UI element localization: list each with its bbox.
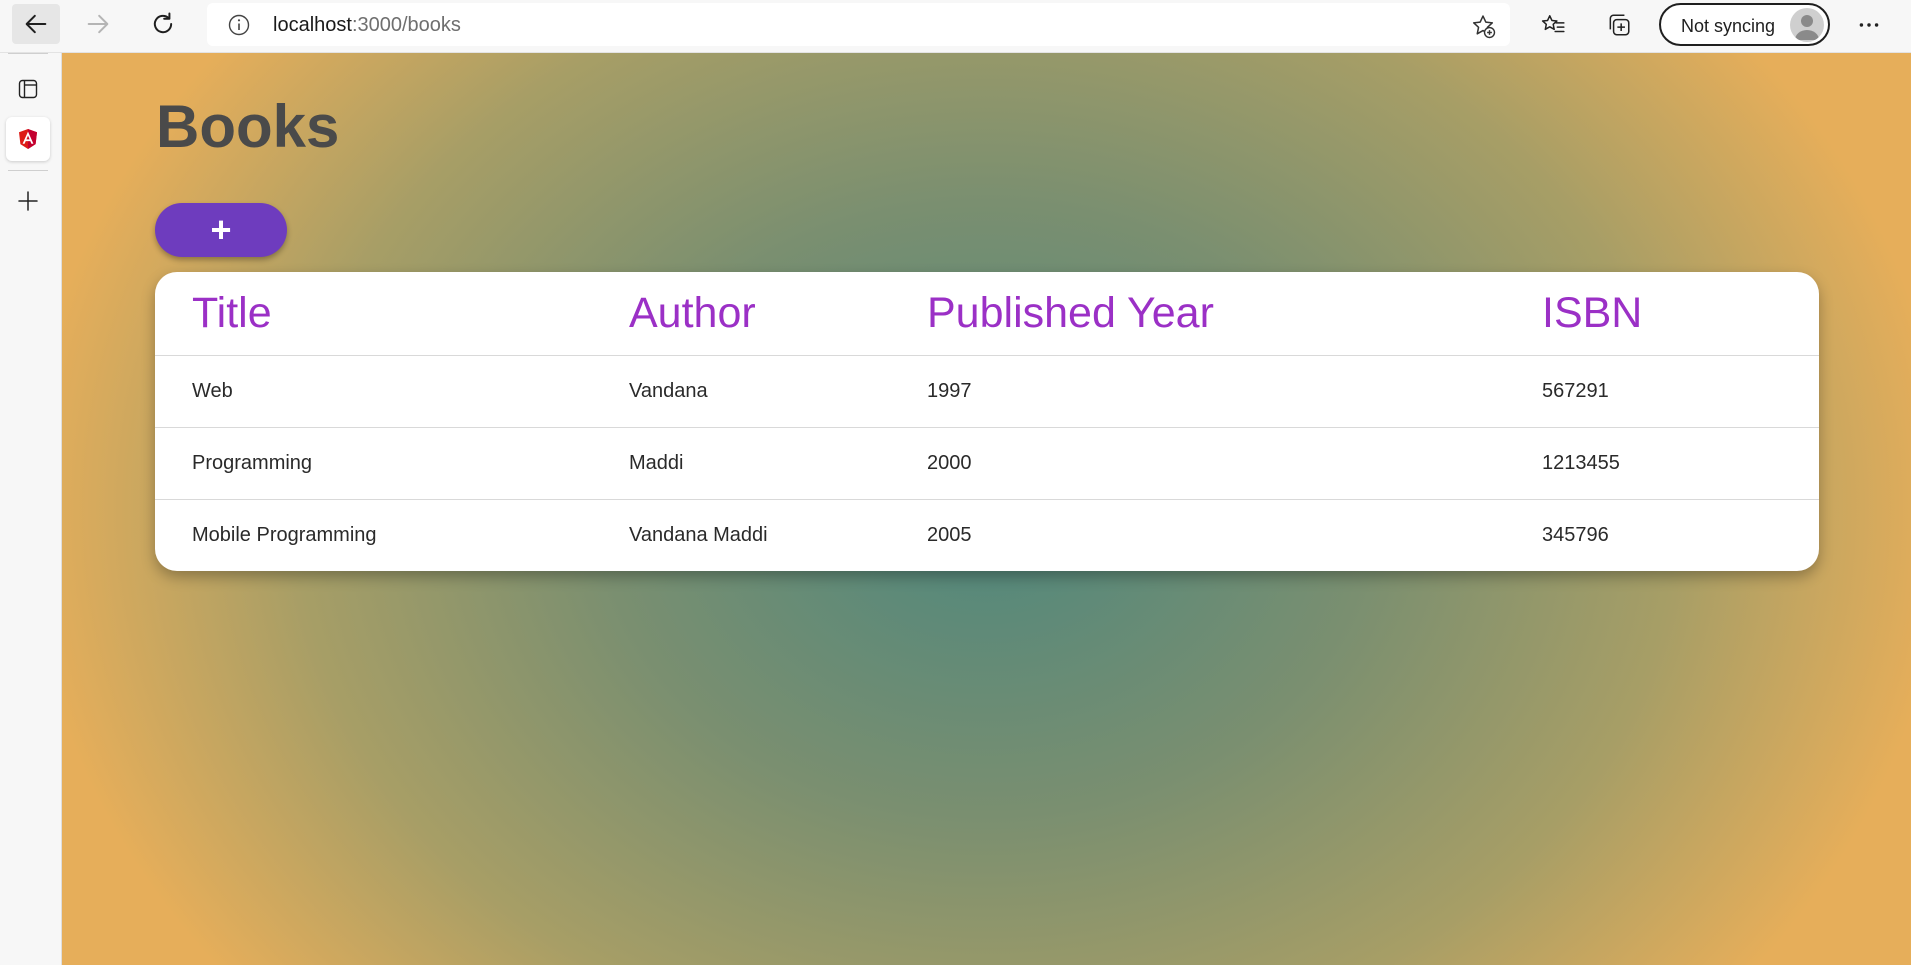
page-viewport: Books + Title Author Published Year ISBN… (62, 53, 1911, 965)
favorites-button[interactable] (1537, 9, 1569, 41)
cell-title: Programming (155, 427, 629, 500)
angular-icon (19, 129, 37, 149)
cell-author: Vandana Maddi (629, 523, 768, 546)
profile-sync-button[interactable]: Not syncing (1659, 3, 1830, 46)
books-table-card: Title Author Published Year ISBN Web Van… (155, 272, 1819, 571)
forward-arrow-icon (87, 14, 109, 34)
back-button[interactable] (12, 4, 60, 44)
new-tab-button[interactable] (6, 179, 50, 223)
url-host: localhost (273, 14, 352, 36)
star-plus-icon[interactable] (1470, 13, 1496, 39)
back-arrow-icon (25, 14, 47, 34)
avatar (1790, 8, 1824, 42)
cell-published-year: 1997 (927, 355, 1542, 428)
column-header-isbn: ISBN (1542, 272, 1819, 356)
sidebar-divider (8, 53, 48, 54)
column-header-author: Author (629, 272, 927, 356)
url-text[interactable]: localhost:3000/books (273, 14, 461, 37)
browser-toolbar: localhost:3000/books Not syncing (0, 0, 1911, 53)
sync-status-label: Not syncing (1681, 16, 1776, 36)
column-header-published-year: Published Year (927, 272, 1542, 356)
collections-icon (1609, 14, 1630, 36)
table-row[interactable]: Programming Maddi 2000 1213455 (155, 427, 1819, 500)
tab-actions-icon (18, 79, 38, 99)
cell-title: Web (155, 355, 629, 428)
forward-button[interactable] (78, 4, 118, 44)
cell-isbn: 1213455 (1542, 427, 1819, 500)
cell-isbn: 567291 (1542, 355, 1819, 428)
tab-books[interactable] (6, 117, 50, 161)
tab-actions-button[interactable] (6, 67, 50, 111)
more-icon (1859, 23, 1879, 27)
sidebar-divider (8, 170, 48, 171)
reload-button[interactable] (143, 4, 183, 44)
settings-more-button[interactable] (1853, 9, 1885, 41)
url-path: :3000/books (351, 14, 461, 36)
cell-isbn: 345796 (1542, 523, 1609, 546)
books-table: Title Author Published Year ISBN Web Van… (155, 272, 1819, 571)
cell-title: Mobile Programming (192, 523, 377, 546)
reload-icon (153, 12, 173, 34)
cell-author: Maddi (629, 427, 927, 500)
vertical-tabs-sidebar (0, 53, 62, 965)
column-header-title: Title (155, 272, 629, 356)
favorites-icon (1541, 15, 1565, 33)
collections-button[interactable] (1603, 9, 1635, 41)
add-book-button[interactable]: + (155, 203, 287, 257)
info-icon[interactable] (227, 13, 251, 37)
address-bar[interactable]: localhost:3000/books (207, 3, 1510, 46)
table-header-row: Title Author Published Year ISBN (155, 272, 1819, 356)
cell-published-year: 2005 (927, 523, 972, 546)
plus-icon (18, 191, 38, 211)
cell-published-year: 2000 (927, 427, 1542, 500)
table-row[interactable]: Web Vandana 1997 567291 (155, 355, 1819, 428)
cell-author: Vandana (629, 355, 927, 428)
page-title: Books (156, 93, 340, 160)
table-row[interactable]: Mobile Programming Vandana Maddi 2005 34… (155, 499, 1819, 571)
